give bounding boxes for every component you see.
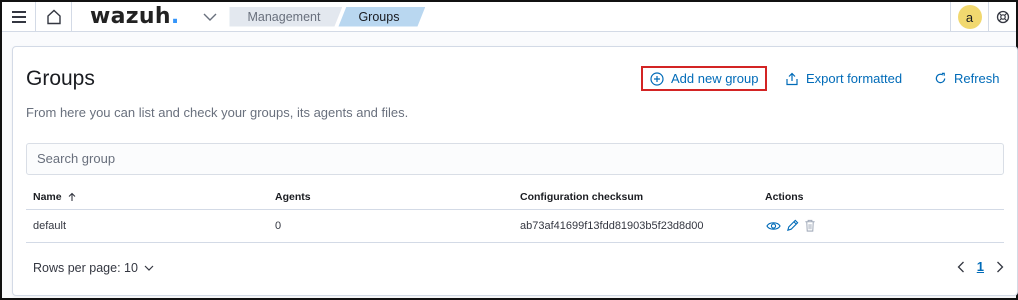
sort-ascending-icon — [68, 192, 75, 201]
pencil-icon[interactable] — [786, 219, 799, 232]
pagination: 1 — [957, 259, 1004, 274]
agents-count-cell: 0 — [275, 220, 282, 232]
search-input[interactable]: Search group — [26, 143, 1004, 175]
checksum-cell: ab73af41699f13fdd81903b5f23d8d00 — [520, 220, 704, 232]
breadcrumb-management[interactable]: Management — [229, 7, 342, 27]
avatar[interactable]: a — [957, 5, 982, 29]
rows-per-page-label: Rows per page: 10 — [33, 261, 138, 275]
chevron-down-icon[interactable] — [201, 8, 219, 26]
row-actions — [766, 219, 816, 232]
page-title: Groups — [26, 67, 95, 90]
home-icon[interactable] — [36, 1, 72, 32]
add-new-group-button[interactable]: Add new group — [641, 66, 767, 91]
export-formatted-label: Export formatted — [806, 71, 903, 86]
chevron-right-icon[interactable] — [996, 261, 1004, 273]
table-row[interactable]: default 0 ab73af41699f13fdd81903b5f23d8d… — [26, 210, 1004, 243]
export-icon — [786, 72, 798, 85]
menu-icon[interactable] — [2, 1, 36, 32]
help-icon[interactable] — [988, 2, 1016, 32]
breadcrumb-groups: Groups — [338, 7, 425, 27]
trash-icon — [805, 219, 815, 232]
breadcrumb: Management Groups — [229, 7, 425, 27]
rows-per-page-select[interactable]: Rows per page: 10 — [33, 261, 154, 275]
chevron-down-icon — [144, 265, 154, 271]
column-header-name[interactable]: Name — [33, 191, 77, 203]
page-description: From here you can list and check your gr… — [26, 105, 409, 120]
plus-circle-icon — [650, 71, 664, 86]
table-header: Name Agents Configuration checksum Actio… — [26, 185, 1004, 210]
column-header-agents[interactable]: Agents — [275, 191, 311, 203]
groups-panel: Groups From here you can list and check … — [12, 46, 1018, 296]
refresh-icon — [935, 72, 946, 84]
refresh-label: Refresh — [954, 71, 1000, 86]
column-header-actions: Actions — [765, 191, 804, 203]
pagination-bar: Rows per page: 10 1 — [26, 257, 1004, 281]
wazuh-logo[interactable]: wazuh. — [90, 4, 179, 29]
user-menu[interactable]: a — [950, 2, 988, 32]
top-header: wazuh. Management Groups a — [2, 1, 1016, 32]
group-name-cell: default — [33, 220, 67, 232]
export-formatted-button[interactable]: Export formatted — [785, 66, 902, 91]
add-new-group-label: Add new group — [671, 71, 759, 86]
page-number-1[interactable]: 1 — [977, 259, 984, 274]
refresh-button[interactable]: Refresh — [934, 66, 1000, 91]
chevron-left-icon[interactable] — [957, 261, 965, 273]
column-header-checksum[interactable]: Configuration checksum — [520, 191, 643, 203]
eye-icon[interactable] — [766, 220, 781, 232]
